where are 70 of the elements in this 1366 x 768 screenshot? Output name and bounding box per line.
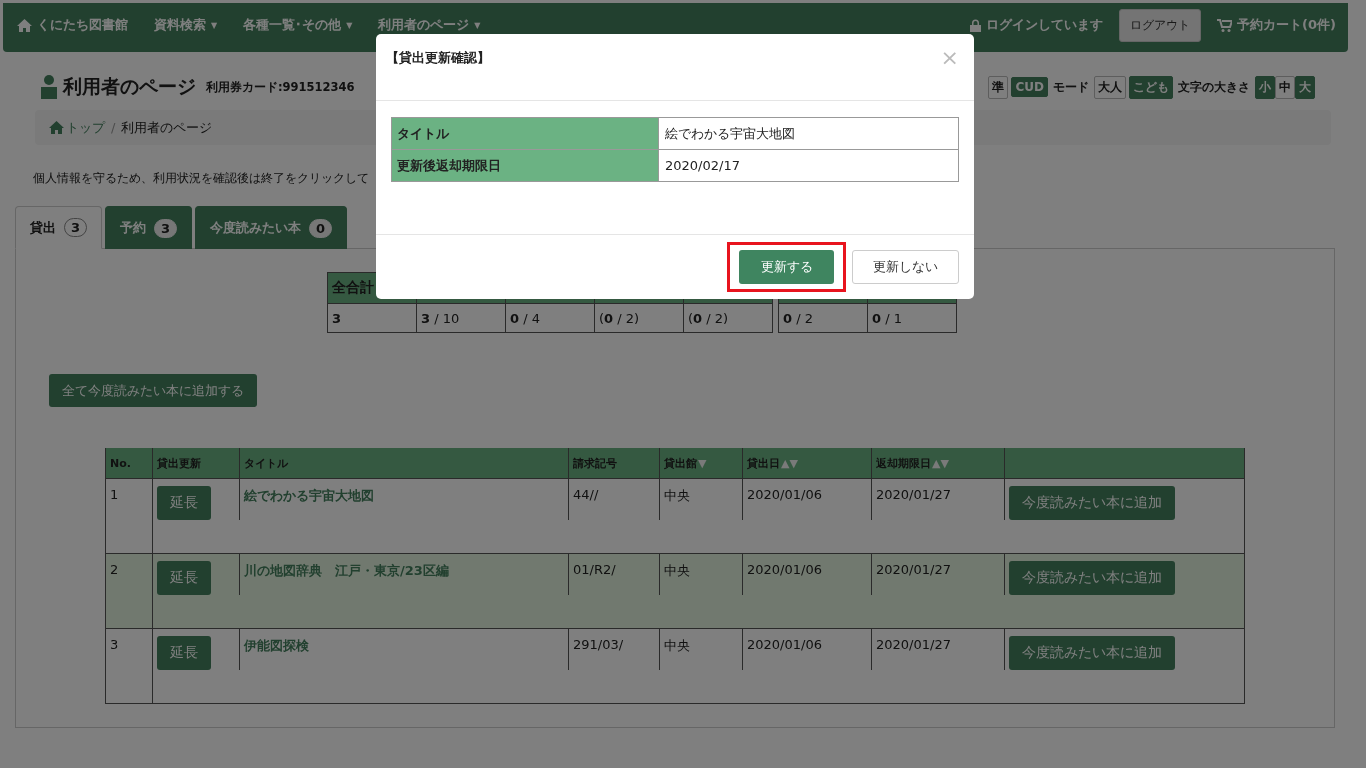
column-header: 請求記号	[573, 456, 617, 470]
breadcrumb-link[interactable]: トップ	[49, 118, 105, 137]
cart-link[interactable]: 予約カート(0件)	[1217, 16, 1336, 34]
tab[interactable]: 今度読みたい本 0	[195, 206, 348, 249]
caret-icon: ▼	[346, 20, 353, 30]
nav-menu[interactable]: 資料検索 ▼	[154, 16, 218, 34]
table-cell: (0 / 2)	[594, 303, 684, 333]
add-to-wishlist-button[interactable]: 今度読みたい本に追加	[1009, 561, 1175, 595]
add-to-wishlist-button[interactable]: 今度読みたい本に追加	[1009, 636, 1175, 670]
title-link[interactable]: 伊能図探検	[244, 638, 309, 653]
count-badge: 0	[309, 218, 333, 238]
option-button[interactable]: 準	[988, 75, 1009, 99]
option-button[interactable]: 小	[1255, 75, 1275, 99]
cancel-button[interactable]: 更新しない	[852, 250, 959, 284]
column-header: タイトル	[244, 456, 288, 470]
caret-icon: ▼	[474, 20, 481, 30]
count-badge: 3	[154, 218, 178, 238]
option-button[interactable]: 中	[1275, 75, 1295, 99]
option-button[interactable]: CUD	[1011, 77, 1048, 97]
renew-button[interactable]: 延長	[157, 636, 211, 670]
count-badge: 3	[64, 218, 88, 237]
cart-icon	[1217, 18, 1233, 32]
mode-label: モード	[1053, 78, 1089, 96]
card-number: 利用券カード:991512346	[206, 79, 355, 95]
login-status: ログインしています	[970, 16, 1104, 34]
table-cell: 0 / 2	[778, 303, 868, 333]
title-link[interactable]: 絵でわかる宇宙大地図	[244, 488, 374, 503]
table-cell: (0 / 2)	[683, 303, 773, 333]
sort-arrows[interactable]: ▲▼	[932, 456, 949, 470]
add-to-wishlist-button[interactable]: 今度読みたい本に追加	[1009, 486, 1175, 520]
table-cell: 0 / 1	[867, 303, 957, 333]
table-cell: 3 / 10	[416, 303, 506, 333]
renew-button[interactable]: 延長	[157, 561, 211, 595]
option-button[interactable]: こども	[1129, 75, 1173, 99]
field-value: 2020/02/17	[658, 149, 959, 182]
page-title: 利用者のページ	[63, 74, 196, 99]
close-button[interactable]: ×	[940, 49, 959, 67]
add-all-button[interactable]: 全て今度読みたい本に追加する	[49, 374, 257, 407]
logout-button[interactable]: ログアウト	[1119, 8, 1202, 42]
sort-arrows[interactable]: ▼	[698, 456, 707, 470]
font-size-label: 文字の大きさ	[1178, 78, 1250, 96]
breadcrumb-separator: /	[111, 120, 116, 135]
dialog-title: 【貸出更新確認】	[386, 49, 490, 67]
column-header: No.	[110, 456, 131, 470]
column-header: 貸出更新	[157, 456, 201, 470]
field-label: タイトル	[391, 117, 659, 150]
caret-icon: ▼	[211, 20, 218, 30]
tab[interactable]: 予約 3	[105, 206, 193, 249]
sort-arrows[interactable]: ▲▼	[781, 456, 798, 470]
home-icon	[49, 121, 64, 134]
table-cell: 3	[327, 303, 417, 333]
tab[interactable]: 貸出 3	[15, 206, 103, 249]
lock-icon	[970, 18, 982, 32]
home-icon	[17, 18, 32, 32]
column-header: 返却期限日	[876, 456, 931, 470]
user-icon	[41, 75, 57, 99]
privacy-notice: 個人情報を守るため、利用状況を確認後は終了をクリックして	[33, 171, 370, 186]
brand-link[interactable]: くにたち図書館	[17, 16, 128, 34]
nav-menu[interactable]: 利用者のページ ▼	[378, 16, 481, 34]
field-label: 更新後返却期限日	[391, 149, 659, 182]
option-button[interactable]: 大人	[1094, 75, 1126, 99]
renew-button[interactable]: 延長	[157, 486, 211, 520]
confirm-button[interactable]: 更新する	[739, 250, 834, 284]
option-button[interactable]: 大	[1295, 75, 1315, 99]
breadcrumb-current: 利用者のページ	[121, 118, 213, 137]
column-header: 貸出館	[664, 456, 697, 470]
table-cell: 0 / 4	[505, 303, 595, 333]
nav-menu[interactable]: 各種一覧･その他 ▼	[243, 16, 353, 34]
column-header: 貸出日	[747, 456, 780, 470]
field-value: 絵でわかる宇宙大地図	[658, 117, 959, 150]
